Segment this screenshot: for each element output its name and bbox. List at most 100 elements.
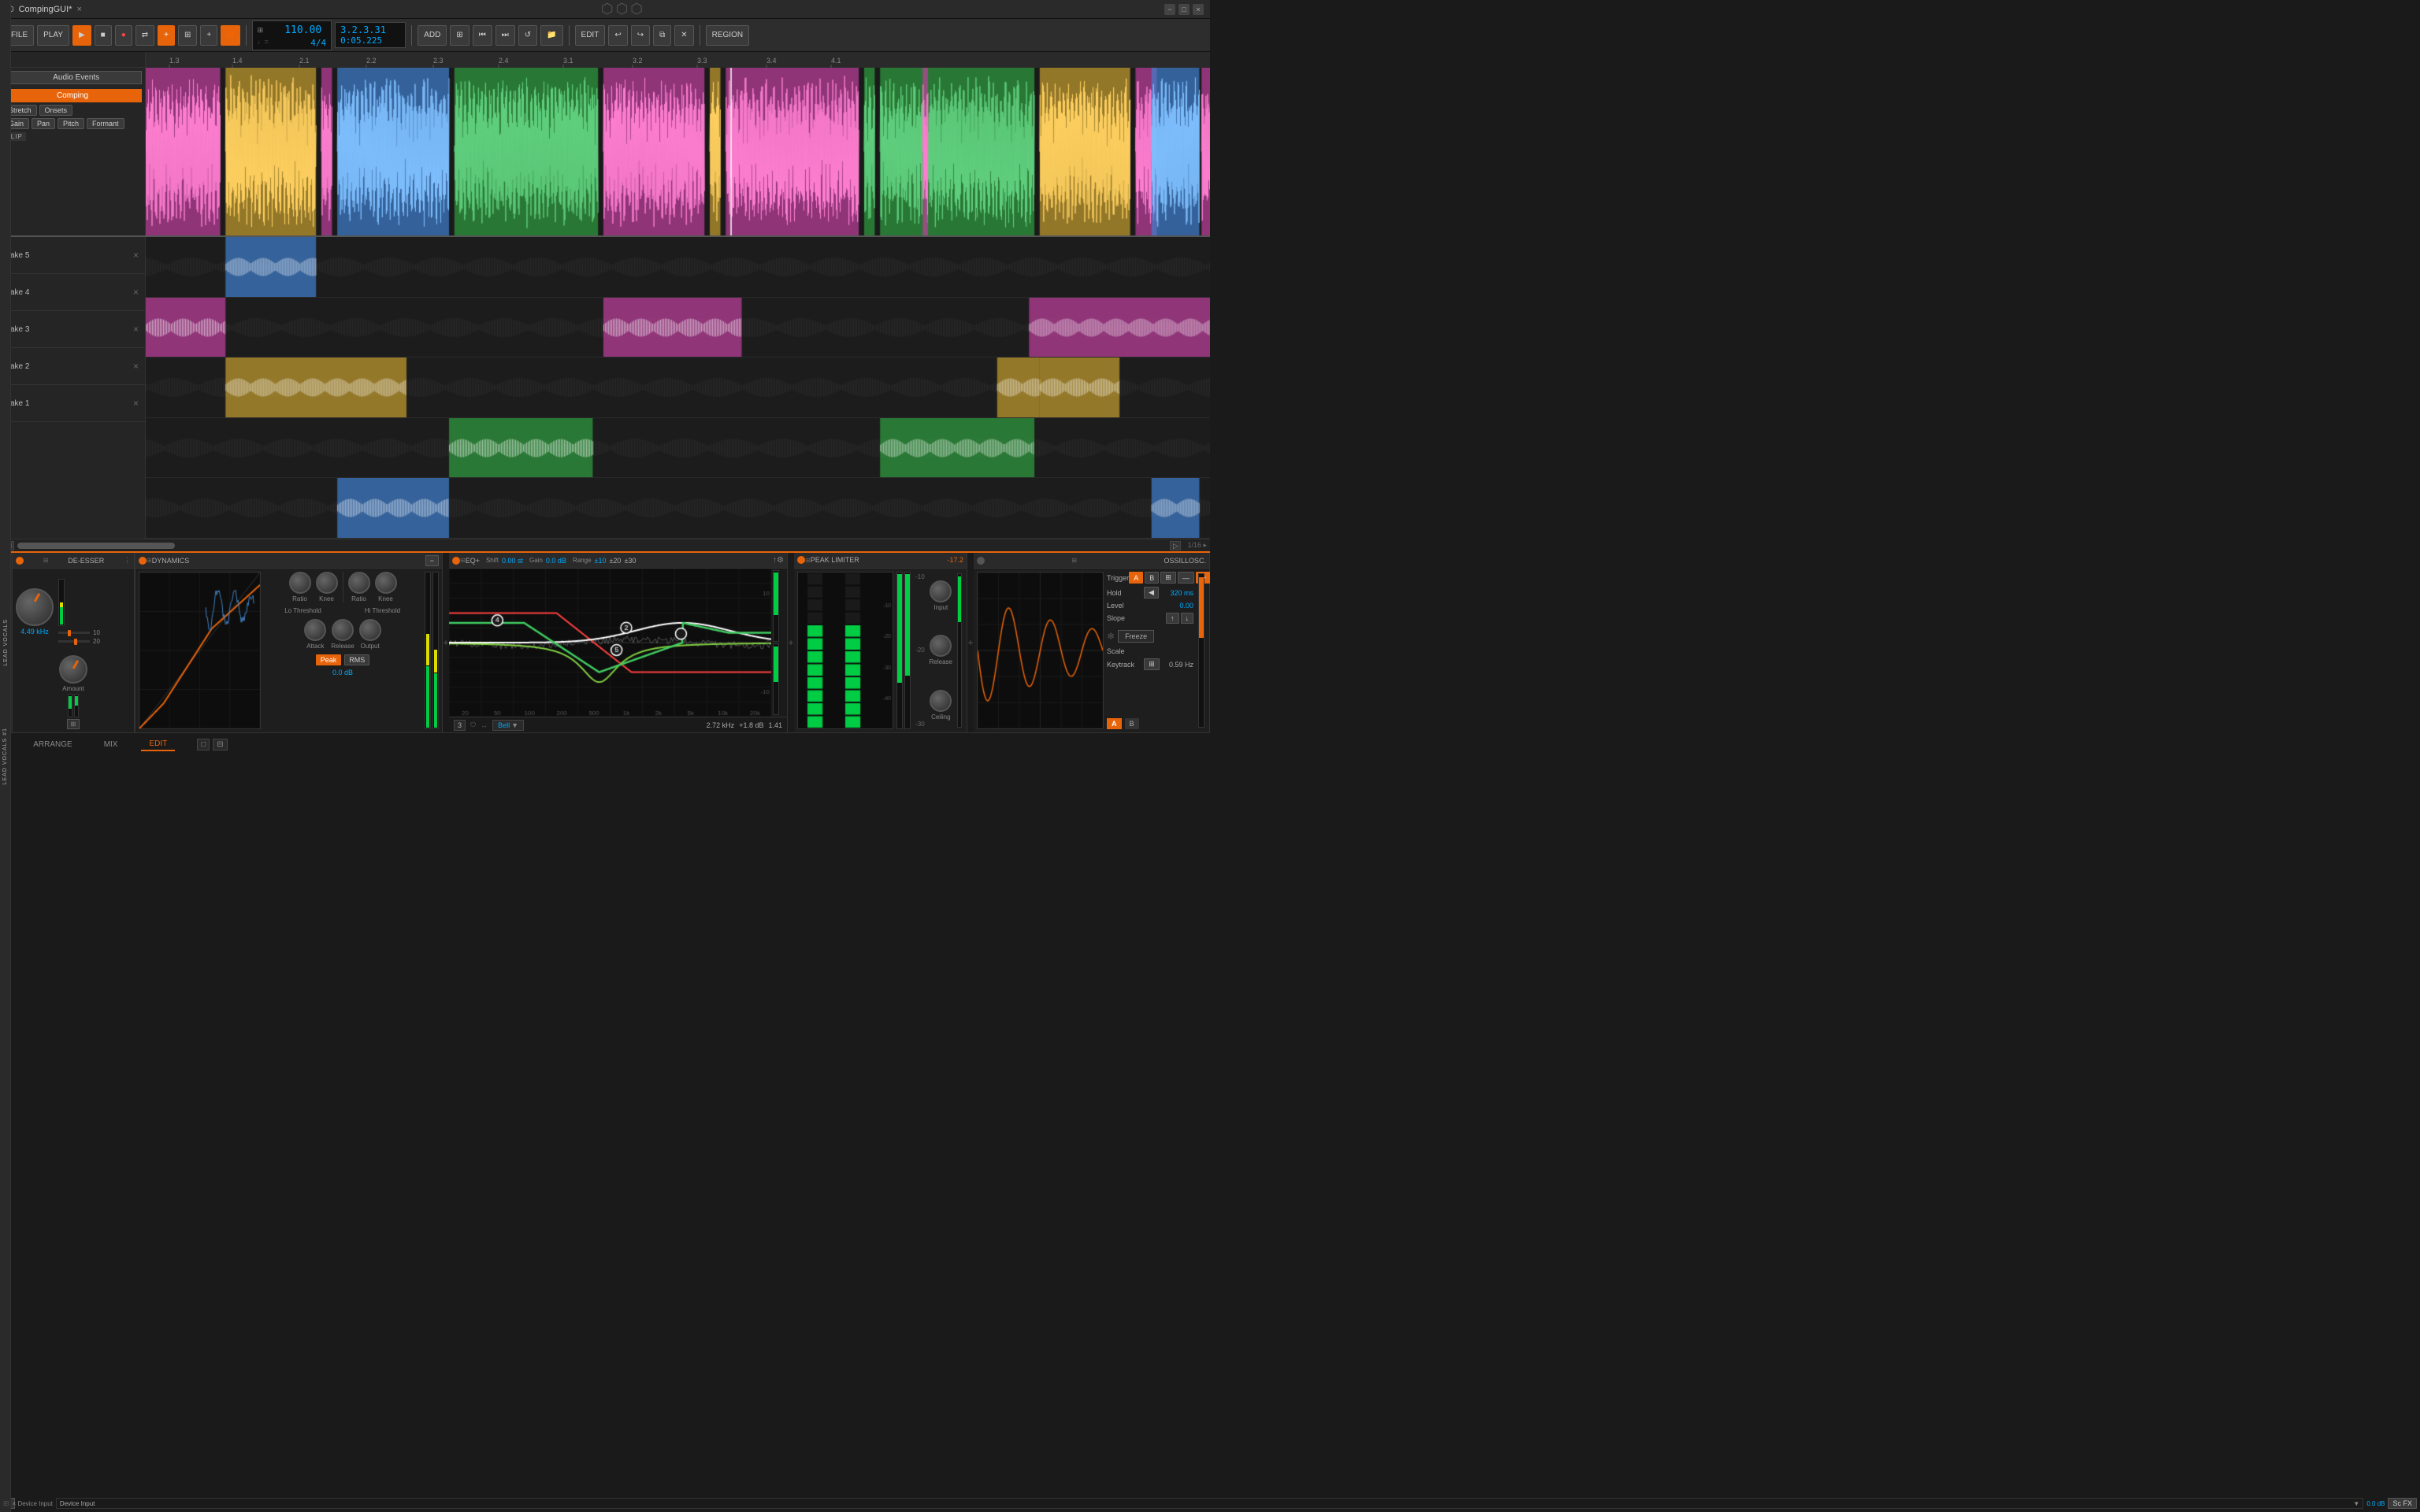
- close-button[interactable]: ×: [1193, 4, 1204, 15]
- status-bars-icon[interactable]: ⊟: [213, 739, 227, 750]
- snap-button[interactable]: +: [200, 25, 217, 46]
- osc-bars-button[interactable]: ⊞: [1160, 572, 1176, 584]
- dynamics-rms-button[interactable]: RMS: [344, 654, 369, 665]
- take2-close[interactable]: ×: [133, 361, 139, 372]
- eq-shift-value: 0.00 st: [502, 557, 523, 565]
- formant-button[interactable]: Formant: [87, 118, 124, 129]
- comping-button[interactable]: Comping: [3, 89, 142, 102]
- dynamics-attack-knob[interactable]: [304, 619, 326, 641]
- dynamics-panel: ⊞ DYNAMICS − Ratio: [135, 553, 443, 732]
- svg-text:4.1: 4.1: [831, 57, 841, 65]
- maximize-button[interactable]: □: [1178, 4, 1190, 15]
- eq-panel: ⊞ EQ+ Shift 0.00 st Gain 0.0 dB Range ±1…: [449, 553, 788, 732]
- osc-level-value: 0.00: [1179, 602, 1193, 610]
- de-esser-thresh2-slider[interactable]: [58, 640, 90, 643]
- play-button[interactable]: ▶: [72, 25, 91, 46]
- de-esser-power[interactable]: [16, 557, 24, 565]
- osc-hold-dec[interactable]: ◀: [1144, 587, 1159, 598]
- edit-button[interactable]: EDIT: [575, 25, 606, 46]
- ruler-spacer: [0, 52, 146, 67]
- eq-stereo-icon: ↔: [481, 721, 488, 729]
- scroll-right-button[interactable]: ▷: [1170, 541, 1181, 550]
- dynamics-knee1-knob[interactable]: [316, 572, 338, 594]
- mix-tab[interactable]: MIX: [96, 739, 126, 750]
- pl-vu3: [957, 573, 962, 728]
- copy-button[interactable]: ⧉: [653, 25, 671, 46]
- osc-keytrack-button[interactable]: ⊞: [1144, 658, 1160, 670]
- record-button[interactable]: ●: [115, 25, 132, 46]
- eq-power-small[interactable]: ⏻: [470, 721, 476, 729]
- region-button[interactable]: REGION: [706, 25, 749, 46]
- eq-vu2: [773, 643, 779, 715]
- back-button[interactable]: ⏮: [473, 25, 492, 46]
- add-button[interactable]: ADD: [418, 25, 447, 46]
- eq-band-type-select[interactable]: Bell ▼: [492, 720, 524, 731]
- peak-limiter-meters: [896, 572, 911, 729]
- audio-events-button[interactable]: Audio Events: [10, 71, 142, 84]
- onsets-button[interactable]: Onsets: [39, 105, 73, 116]
- record-mode-button[interactable]: ⊡: [221, 25, 239, 46]
- title-bar: ⬡ CompingGUI* × ⬡⬡⬡ − □ ×: [0, 0, 1210, 19]
- dynamics-ratio1-knob[interactable]: [289, 572, 311, 594]
- take3-close[interactable]: ×: [133, 324, 139, 335]
- take5-close[interactable]: ×: [133, 250, 139, 261]
- dynamics-minimize[interactable]: −: [425, 555, 439, 566]
- app: ⬡ CompingGUI* × ⬡⬡⬡ − □ × FILE PLAY ▶ ■ …: [0, 0, 1210, 756]
- osc-line-button[interactable]: —: [1178, 572, 1194, 584]
- pl-ceiling-knob[interactable]: [930, 690, 952, 712]
- peak-limiter-title: PEAK LIMITER: [811, 556, 859, 564]
- delete-button[interactable]: ✕: [674, 25, 693, 46]
- dynamics-peak-button[interactable]: Peak: [316, 654, 342, 665]
- loop-button[interactable]: ⇄: [135, 25, 154, 46]
- pan-button[interactable]: Pan: [32, 118, 55, 129]
- dynamics-release-knob[interactable]: [332, 619, 354, 641]
- osc-slope-down[interactable]: ↓: [1181, 613, 1194, 624]
- scroll-thumb[interactable]: [17, 543, 175, 549]
- take4-close[interactable]: ×: [133, 287, 139, 298]
- take1-close[interactable]: ×: [133, 398, 139, 409]
- osc-b-button[interactable]: B: [1145, 572, 1159, 584]
- folder-button[interactable]: 📁: [540, 25, 562, 46]
- osc-slope-up[interactable]: ↑: [1166, 613, 1179, 624]
- pl-input-label: Input: [933, 604, 948, 611]
- de-esser-amount-knob[interactable]: [59, 655, 87, 684]
- pl-input-knob[interactable]: [930, 580, 952, 602]
- pitch-button[interactable]: Pitch: [58, 118, 84, 129]
- close-tab-icon[interactable]: ×: [76, 5, 81, 14]
- osc-freeze-button[interactable]: Freeze: [1118, 630, 1154, 643]
- de-esser-grid-button[interactable]: ⊞: [67, 719, 80, 729]
- status-square-icon[interactable]: □: [197, 739, 210, 750]
- marker-button[interactable]: ⊞: [450, 25, 469, 46]
- eq-power[interactable]: [452, 557, 460, 565]
- de-esser-icon: ⊞: [43, 557, 49, 564]
- eq-settings-icon[interactable]: ⚙: [777, 556, 784, 565]
- minimize-button[interactable]: −: [1164, 4, 1175, 15]
- peak-limiter-power[interactable]: [797, 556, 805, 564]
- de-esser-freq-knob[interactable]: [16, 588, 54, 626]
- dynamics-knee2-knob[interactable]: [375, 572, 397, 594]
- redo-button[interactable]: ↪: [631, 25, 650, 46]
- dynamics-output-knob[interactable]: [359, 619, 381, 641]
- dynamics-ratio2-knob[interactable]: [348, 572, 370, 594]
- comp-button[interactable]: +: [158, 25, 175, 46]
- pl-release-knob[interactable]: [930, 635, 952, 657]
- play-label-button[interactable]: PLAY: [37, 25, 69, 46]
- eq-band-select[interactable]: 3: [454, 720, 466, 731]
- stop-button[interactable]: ■: [95, 25, 112, 46]
- grid-button[interactable]: ⊞: [178, 25, 197, 46]
- eq-body: [449, 569, 787, 717]
- undo-button[interactable]: ↩: [608, 25, 627, 46]
- osc-a-button[interactable]: A: [1129, 572, 1143, 584]
- fwd-button[interactable]: ⏭: [496, 25, 515, 46]
- osc-power[interactable]: [977, 557, 985, 565]
- osc-body: Trigger A B ⊞ — ▶ Hold ◀ 320: [974, 569, 1209, 732]
- osc-vu: [1198, 573, 1204, 728]
- cycle-button[interactable]: ↺: [518, 25, 537, 46]
- dynamics-power[interactable]: [139, 557, 147, 565]
- osc-trigger-row: Trigger A B ⊞ — ▶: [1107, 572, 1193, 584]
- edit-tab[interactable]: EDIT: [141, 738, 175, 751]
- de-esser-thresh1-slider[interactable]: [58, 632, 90, 634]
- arrange-tab[interactable]: ARRANGE: [25, 739, 80, 750]
- osc-freeze-icon: ❄: [1107, 631, 1115, 642]
- de-esser-menu[interactable]: ⋮: [124, 556, 131, 565]
